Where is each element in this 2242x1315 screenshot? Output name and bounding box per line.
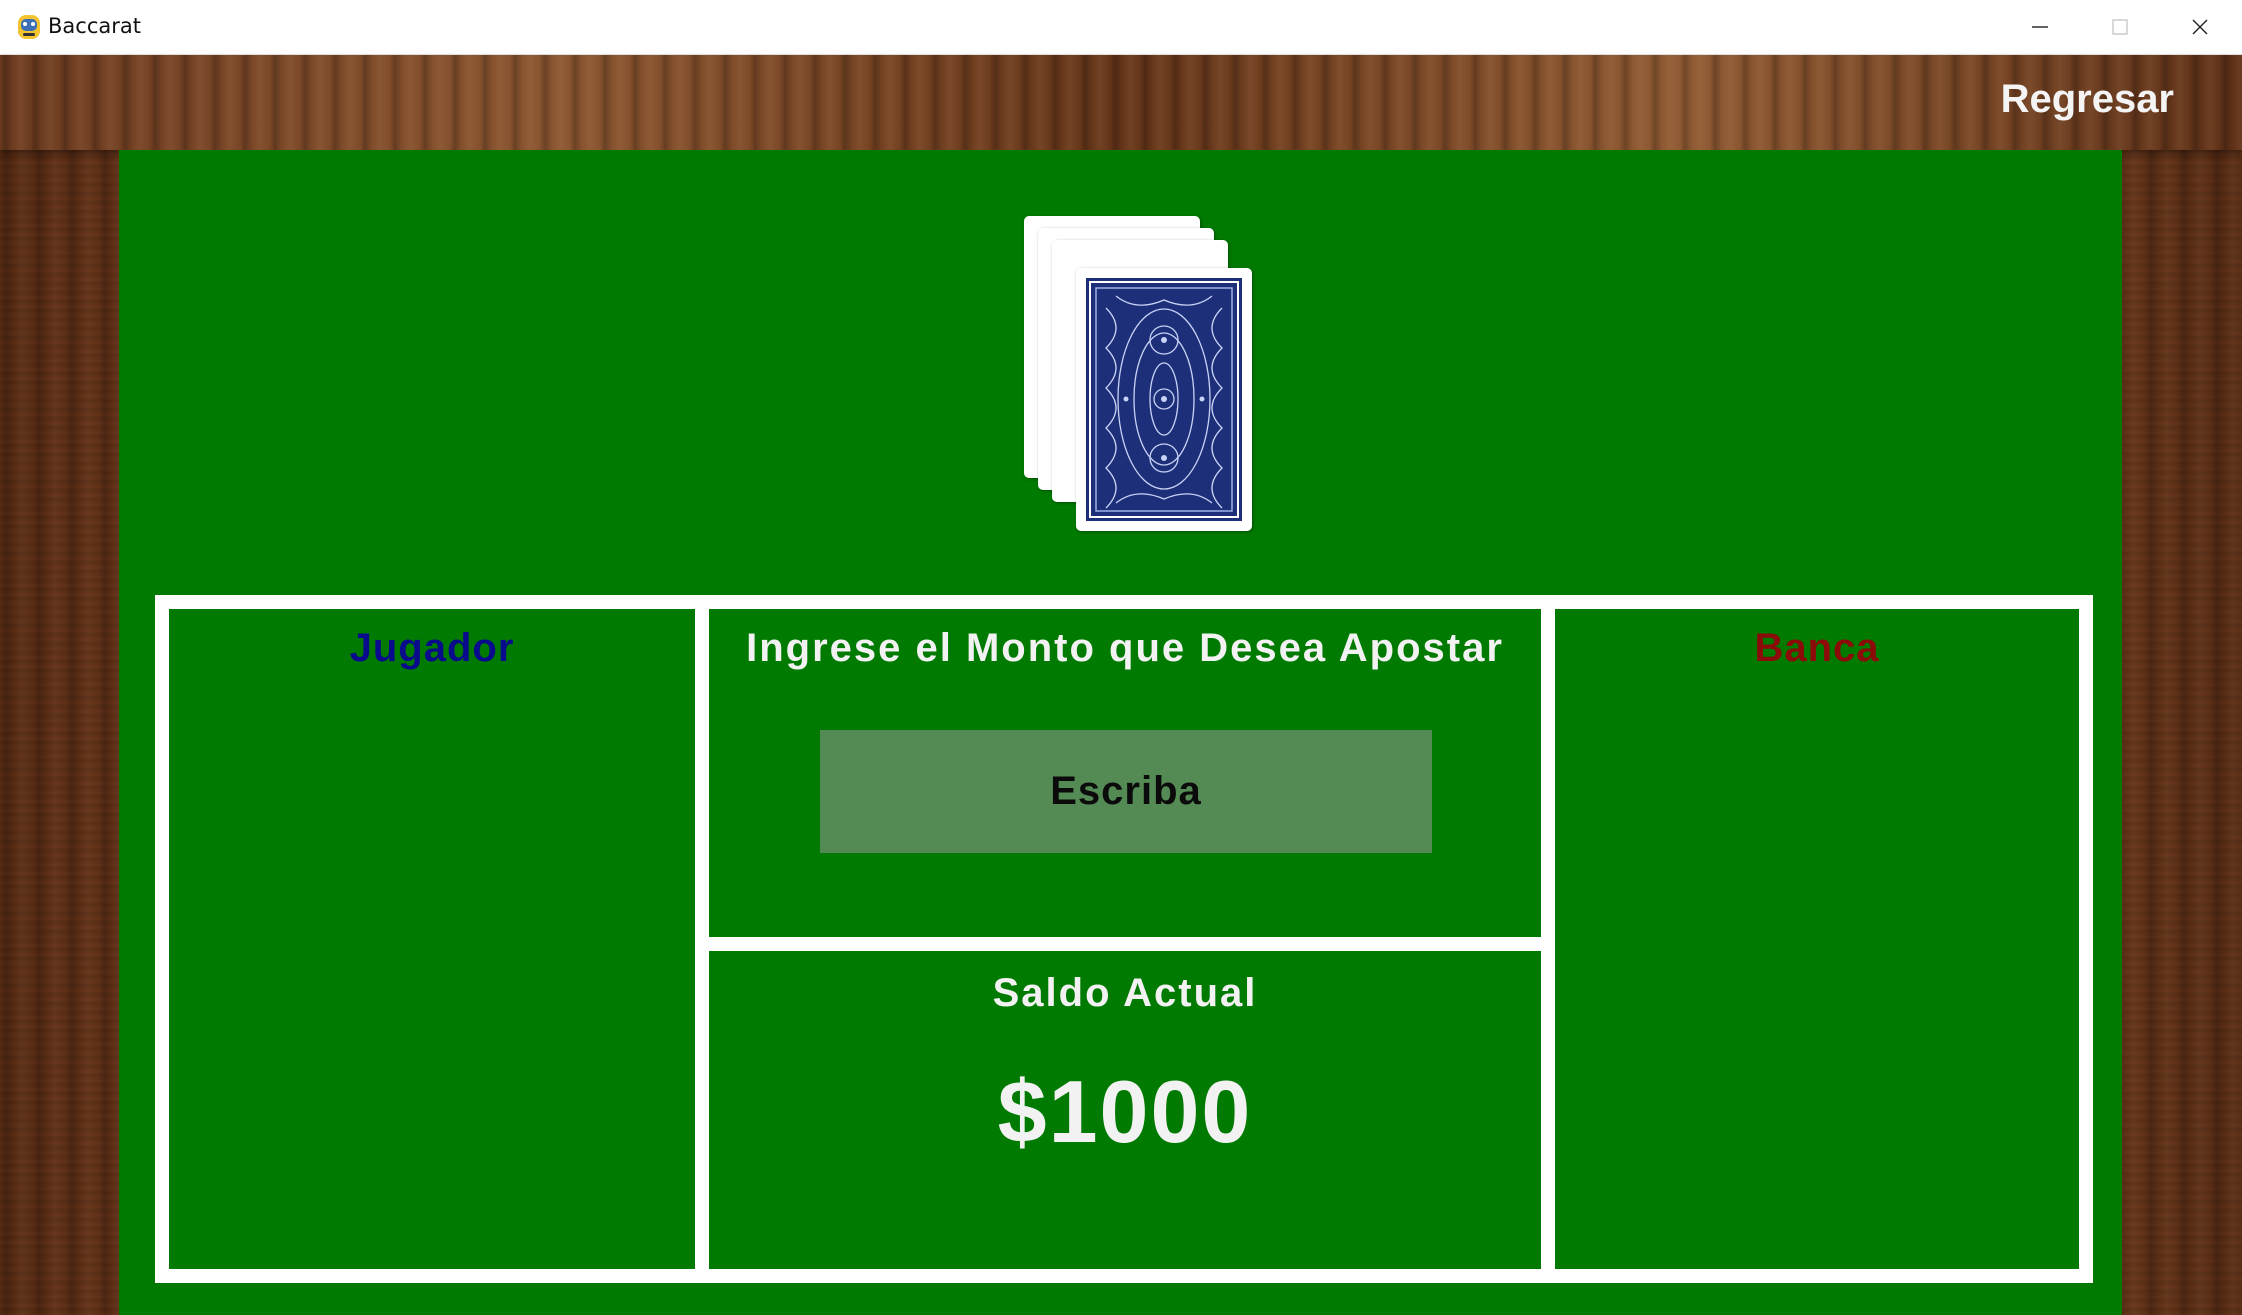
- player-panel: Jugador: [169, 609, 695, 1269]
- divider: [695, 609, 709, 1269]
- minimize-icon: [2032, 26, 2048, 28]
- balance-title: Saldo Actual: [992, 971, 1258, 1015]
- card-back-pattern-icon: [1086, 278, 1242, 521]
- game-board: Jugador Ingrese el Monto que Desea Apost…: [155, 595, 2093, 1283]
- player-title: Jugador: [349, 626, 515, 670]
- balance-panel: Saldo Actual $1000: [709, 951, 1541, 1269]
- window-titlebar: Baccarat: [0, 0, 2242, 55]
- window-title: Baccarat: [48, 14, 141, 38]
- card-deck[interactable]: [1024, 216, 1264, 546]
- top-wood-bar: Regresar: [0, 55, 2242, 150]
- balance-value: $1000: [997, 1062, 1253, 1161]
- bet-amount-input[interactable]: [820, 730, 1432, 853]
- bank-panel: Banca: [1555, 609, 2079, 1269]
- bet-prompt: Ingrese el Monto que Desea Apostar: [746, 626, 1504, 670]
- divider: [709, 937, 1541, 951]
- python-app-icon: [14, 12, 44, 42]
- close-button[interactable]: [2160, 0, 2240, 55]
- back-button[interactable]: Regresar: [2001, 77, 2174, 122]
- maximize-icon: [2112, 19, 2128, 35]
- maximize-button[interactable]: [2080, 0, 2160, 55]
- deck-top-card: [1076, 268, 1252, 531]
- bet-panel: Ingrese el Monto que Desea Apostar: [709, 609, 1541, 937]
- felt-table: Jugador Ingrese el Monto que Desea Apost…: [119, 150, 2122, 1315]
- close-icon: [2192, 19, 2208, 35]
- minimize-button[interactable]: [2000, 0, 2080, 55]
- divider: [1541, 609, 1555, 1269]
- bank-title: Banca: [1754, 626, 1880, 670]
- game-area: Regresar Jugador Ingrese el Monto que De…: [0, 55, 2242, 1315]
